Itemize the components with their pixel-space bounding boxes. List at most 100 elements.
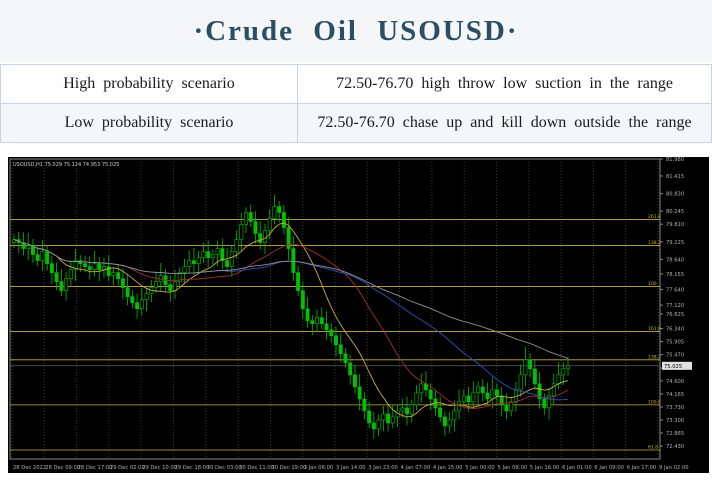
candle-body: [281, 212, 286, 228]
candle-body: [40, 251, 45, 261]
x-tick-label: 5 Jan 16:00: [530, 465, 560, 471]
y-tick-label: 75.470: [666, 353, 684, 359]
candle-body: [267, 218, 272, 231]
candle-body: [357, 386, 362, 400]
scenario-label: High probability scenario: [0, 64, 298, 104]
y-tick-label: 74.165: [666, 392, 684, 398]
price-chart: 28 Dec 2022 28 Dec 09:00 28 Dec 17:00 29 De…: [8, 157, 709, 473]
fib-level-label: 138.2: [648, 240, 661, 246]
fib-level-label: 161.8: [648, 326, 661, 332]
candle-body: [390, 416, 395, 424]
candle-body: [196, 257, 201, 264]
candle-body: [518, 374, 523, 391]
candle-body: [201, 251, 206, 258]
candle-body: [461, 395, 466, 403]
y-tick-label: 73.730: [666, 405, 684, 411]
page-title-text: ·Crude Oil USOUSD·: [193, 14, 519, 47]
x-tick-label: 5 Jan 08:00: [498, 465, 528, 471]
chart-background: [8, 157, 709, 473]
fib-level-label: 138.2: [648, 354, 661, 360]
candle-body: [561, 368, 566, 376]
y-tick-label: 77.640: [666, 287, 684, 293]
y-tick-label: 80.830: [666, 192, 684, 198]
candle-body: [528, 359, 533, 370]
candle-body: [234, 239, 239, 252]
candle-body: [381, 413, 386, 421]
x-tick-label: 6 Jan 01:00: [562, 465, 592, 471]
candle-body: [471, 392, 476, 403]
candle-body: [139, 299, 144, 309]
candle-body: [556, 374, 561, 385]
x-tick-label: 3 Jan 06:00: [304, 465, 334, 471]
candle-body: [215, 248, 220, 255]
candle-body: [504, 404, 509, 412]
x-tick-label: 9 Jan 02:00: [659, 465, 689, 471]
candle-body: [305, 308, 310, 322]
candle-body: [419, 383, 424, 394]
candle-body: [343, 353, 348, 364]
candle-body: [414, 392, 419, 406]
candle-body: [300, 290, 305, 309]
fib-level-label: 61.8: [648, 444, 658, 450]
x-tick-label: 4 Jan 07:00: [401, 465, 431, 471]
fib-level-label: 261.8: [648, 214, 661, 220]
x-tick-label: 5 Jan 00:00: [465, 465, 495, 471]
candle-body: [68, 269, 73, 279]
x-tick-label: 6 Jan 17:00: [627, 465, 657, 471]
x-tick-label: 29 Dec 02:00: [110, 465, 145, 471]
x-tick-label: 3 Jan 14:00: [336, 465, 366, 471]
candle-body: [64, 278, 69, 291]
candle-body: [334, 335, 338, 346]
y-tick-label: 79.225: [666, 240, 684, 246]
candle-body: [97, 263, 102, 270]
candle-body: [130, 296, 135, 303]
candle-body: [135, 302, 140, 309]
candle-body: [523, 359, 528, 376]
page-title: ·Crude Oil USOUSD·: [0, 0, 712, 62]
candle-body: [371, 422, 376, 430]
candle-body: [92, 263, 97, 270]
y-tick-label: 81.415: [666, 174, 684, 180]
candle-body: [348, 362, 353, 376]
y-tick-label: 74.600: [666, 379, 684, 385]
fib-level-label: 100: [648, 281, 657, 287]
x-tick-label: 28 Dec 09:00: [45, 465, 80, 471]
candle-body: [405, 407, 409, 415]
candle-body: [367, 410, 372, 424]
scenario-label: Low probability scenario: [0, 103, 298, 143]
candle-body: [386, 413, 391, 424]
candle-body: [495, 389, 499, 397]
price-chart-svg: 28 Dec 2022 28 Dec 09:0028 Dec 17:0029 De…: [8, 157, 709, 473]
scenario-table: High probability scenario 72.50-76.70 hi…: [0, 64, 712, 143]
candle-body: [490, 389, 495, 400]
candle-body: [509, 401, 514, 412]
candle-body: [258, 233, 263, 243]
candle-body: [49, 263, 54, 273]
candle-body: [26, 245, 31, 249]
candle-body: [466, 395, 471, 403]
candle-body: [187, 260, 192, 267]
candle-body: [120, 278, 125, 288]
candle-body: [324, 323, 329, 331]
candle-body: [277, 206, 282, 213]
candle-body: [87, 266, 92, 270]
candle-body: [438, 407, 443, 418]
y-tick-label: 73.300: [666, 418, 684, 424]
candle-body: [168, 284, 173, 291]
candle-body: [376, 419, 381, 430]
candle-body: [319, 317, 324, 325]
candle-body: [291, 248, 296, 273]
y-tick-label: 72.430: [666, 444, 684, 450]
candle-body: [447, 419, 452, 427]
current-price-label: 75.025: [664, 364, 682, 370]
candle-body: [362, 398, 367, 412]
candle-body: [83, 263, 87, 267]
candle-body: [111, 272, 116, 276]
candle-body: [54, 272, 59, 282]
candle-body: [59, 281, 64, 291]
candle-body: [272, 206, 277, 219]
x-tick-label: 29 Dec 10:00: [142, 465, 177, 471]
x-tick-label: 28 Dec 17:00: [78, 465, 113, 471]
candle-body: [191, 260, 196, 264]
table-row: High probability scenario 72.50-76.70 hi…: [0, 64, 712, 104]
